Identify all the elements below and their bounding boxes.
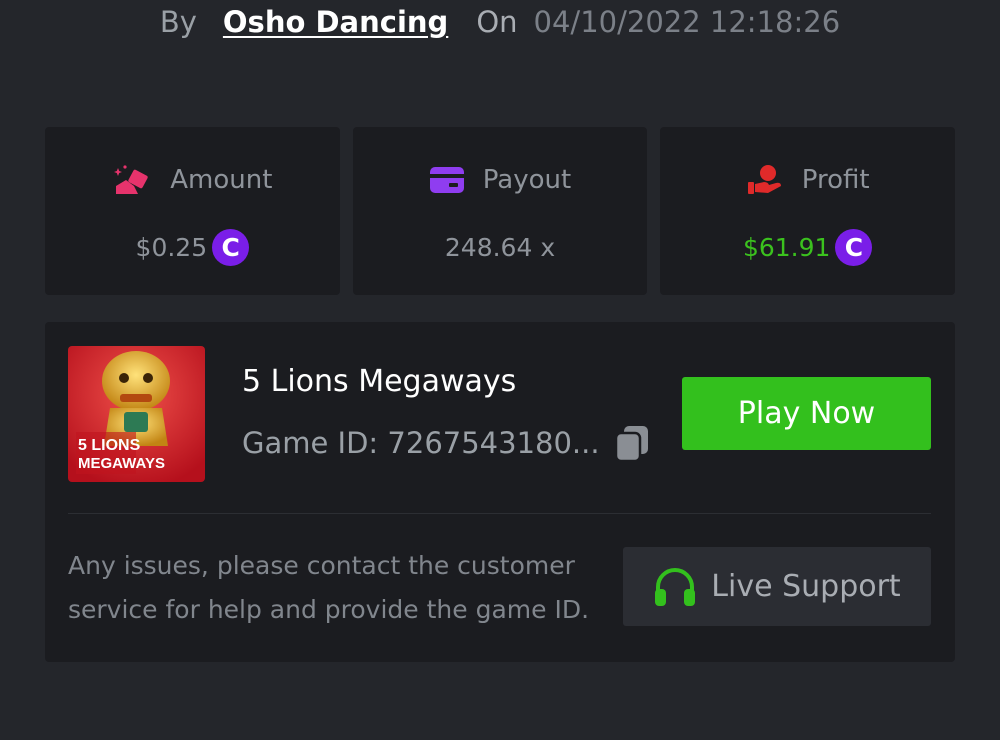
- copy-icon[interactable]: [614, 424, 650, 462]
- play-now-button[interactable]: Play Now: [682, 377, 931, 450]
- credit-card-icon: [429, 167, 464, 193]
- live-support-button[interactable]: Live Support: [623, 547, 931, 626]
- amount-value: $0.25: [135, 232, 208, 262]
- profit-header: Profit: [746, 162, 870, 198]
- coin-icon: C: [835, 228, 873, 266]
- bet-byline: By Osho Dancing On 04/10/2022 12:18:26: [0, 0, 1000, 44]
- payout-header: Payout: [429, 162, 571, 198]
- headset-icon: [655, 567, 696, 606]
- game-card: 5 LIONS MEGAWAYS 5 Lions Megaways Game I…: [45, 322, 955, 662]
- support-notice: Any issues, please contact the customer …: [68, 551, 590, 624]
- thumbnail-title-line1: 5 LIONS: [78, 437, 141, 454]
- bet-timestamp: 04/10/2022 12:18:26: [533, 5, 841, 39]
- bet-stats: Amount $0.25 C Payout 248.64 x Profit $6…: [45, 127, 956, 295]
- profit-label: Profit: [801, 165, 870, 195]
- game-thumbnail[interactable]: 5 LIONS MEGAWAYS: [68, 346, 205, 482]
- payout-value-row: 248.64 x: [445, 228, 555, 266]
- divider: [68, 513, 931, 514]
- payout-card: Payout 248.64 x: [352, 127, 648, 295]
- on-label: On: [476, 5, 518, 39]
- game-id: Game ID: 7267543180...: [242, 426, 600, 460]
- payout-value: 248.64 x: [444, 232, 556, 262]
- amount-card: Amount $0.25 C: [45, 127, 340, 295]
- live-support-label: Live Support: [711, 569, 901, 604]
- amount-header: Amount: [112, 162, 272, 198]
- bet-amount-icon: [114, 165, 148, 194]
- coin-icon: C: [212, 228, 250, 266]
- profit-value-row: $61.91 C: [742, 228, 873, 266]
- hand-profit-icon: [747, 165, 781, 194]
- amount-value-row: $0.25 C: [136, 228, 250, 266]
- by-label: By: [159, 5, 197, 39]
- game-title: 5 Lions Megaways: [242, 364, 517, 399]
- thumbnail-title-line2: MEGAWAYS: [78, 455, 165, 472]
- profit-value: $61.91: [742, 232, 831, 262]
- payout-label: Payout: [482, 165, 572, 195]
- author-link[interactable]: Osho Dancing: [223, 5, 448, 39]
- amount-label: Amount: [170, 165, 273, 195]
- profit-card: Profit $61.91 C: [660, 127, 956, 295]
- game-id-row: Game ID: 7267543180...: [242, 424, 650, 462]
